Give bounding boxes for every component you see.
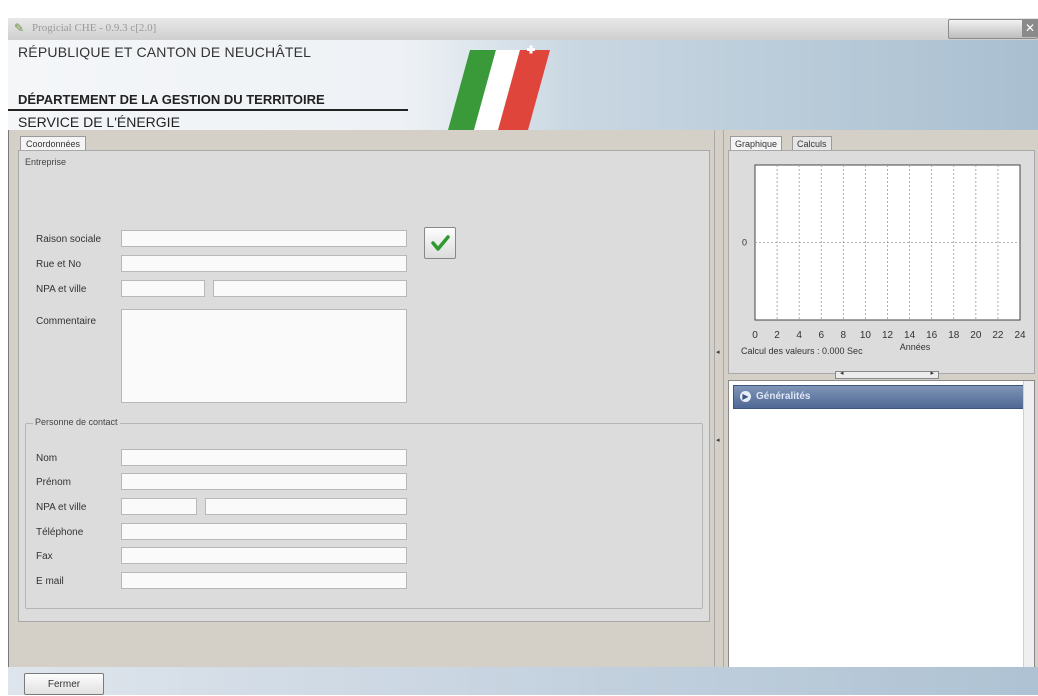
rue-label: Rue et No — [36, 259, 82, 270]
validate-button[interactable] — [424, 227, 456, 259]
x-tick-label: 18 — [948, 330, 960, 341]
vertical-scrollbar[interactable] — [1023, 381, 1034, 669]
contact-ville-input[interactable] — [205, 498, 407, 515]
raison-sociale-input[interactable] — [121, 230, 407, 247]
banner-department: DÉPARTEMENT DE LA GESTION DU TERRITOIRE — [18, 92, 325, 107]
fax-input[interactable] — [121, 547, 407, 564]
prenom-input[interactable] — [121, 473, 407, 490]
x-tick-label: 22 — [992, 330, 1004, 341]
entreprise-legend: Entreprise — [23, 157, 69, 167]
graph-panel: 0 2 4 6 8 10 12 14 16 18 20 22 24 0 Années Calcul des v… — [728, 150, 1035, 374]
contact-legend: Personne de contact — [33, 417, 120, 427]
x-tick-label: 14 — [904, 330, 916, 341]
splitter-arrow-up-icon[interactable]: ◂ — [716, 348, 720, 356]
fermer-button[interactable]: Fermer — [24, 673, 104, 695]
prenom-label: Prénom — [36, 477, 72, 488]
coordonnees-panel: Entreprise Raison sociale Rue et No NPA … — [18, 150, 710, 622]
rue-input[interactable] — [121, 255, 407, 272]
tab-graphique[interactable]: Graphique — [730, 136, 783, 151]
bottom-bar — [8, 667, 1038, 695]
x-tick-label: 16 — [926, 330, 938, 341]
x-tick-label: 10 — [860, 330, 872, 341]
generalites-header[interactable]: ▶ Généralités — [733, 385, 1025, 409]
splitter-arrow-down-icon[interactable]: ◂ — [716, 436, 720, 444]
neuchatel-flag-logo — [448, 45, 550, 130]
banner-divider — [8, 109, 408, 111]
x-tick-label: 6 — [818, 330, 824, 341]
tab-coordonnees[interactable]: Coordonnées — [20, 136, 87, 151]
x-tick-label: 8 — [841, 330, 847, 341]
nom-input[interactable] — [121, 449, 407, 466]
app-icon: ✎ — [14, 21, 25, 35]
horizontal-scrollbar[interactable]: ◂ ▸ — [835, 369, 939, 379]
npa-ville-label: NPA et ville — [36, 284, 87, 295]
commentaire-textarea[interactable] — [121, 309, 407, 403]
email-label: E mail — [36, 576, 64, 587]
y-tick-label: 0 — [742, 238, 747, 248]
close-window-icon[interactable]: ✕ — [1022, 19, 1038, 37]
contact-npa-label: NPA et ville — [36, 502, 87, 513]
ville-input[interactable] — [213, 280, 407, 297]
banner-service: SERVICE DE L'ÉNERGIE — [18, 114, 180, 130]
x-tick-label: 0 — [752, 330, 758, 341]
commentaire-label: Commentaire — [36, 316, 97, 327]
checkmark-icon — [431, 235, 450, 251]
nom-label: Nom — [36, 453, 58, 464]
panel-splitter[interactable]: ◂ ◂ — [714, 130, 724, 670]
x-tick-label: 20 — [970, 330, 982, 341]
contact-npa-input[interactable] — [121, 498, 197, 515]
header-banner: RÉPUBLIQUE ET CANTON DE NEUCHÂTEL DÉPART… — [8, 40, 1038, 130]
generalites-label: Généralités — [756, 391, 811, 402]
x-tick-label: 24 — [1014, 330, 1026, 341]
properties-list: ▶ Généralités — [728, 380, 1035, 670]
x-tick-label: 12 — [882, 330, 894, 341]
x-tick-label: 4 — [796, 330, 802, 341]
calc-time-label: Calcul des valeurs : 0.000 Sec — [741, 346, 863, 356]
telephone-input[interactable] — [121, 523, 407, 540]
x-tick-label: 2 — [774, 330, 780, 341]
scroll-left-icon[interactable]: ◂ — [840, 369, 844, 377]
scroll-right-icon[interactable]: ▸ — [930, 369, 934, 377]
email-input[interactable] — [121, 572, 407, 589]
fax-label: Fax — [36, 551, 53, 562]
title-bar: ✎ Progicial CHE - 0.9.3 c[2.0] ✕ — [8, 18, 1038, 41]
x-axis-label: Années — [900, 342, 931, 352]
expand-icon: ▶ — [740, 391, 751, 402]
npa-input[interactable] — [121, 280, 205, 297]
banner-republic: RÉPUBLIQUE ET CANTON DE NEUCHÂTEL — [18, 44, 312, 60]
telephone-label: Téléphone — [36, 527, 84, 538]
tab-calculs[interactable]: Calculs — [792, 136, 832, 151]
window-title: Progicial CHE - 0.9.3 c[2.0] — [32, 22, 157, 34]
chart-area: 0 2 4 6 8 10 12 14 16 18 20 22 240AnnéesCalcul des v… — [741, 164, 1026, 356]
raison-sociale-label: Raison sociale — [36, 234, 102, 245]
